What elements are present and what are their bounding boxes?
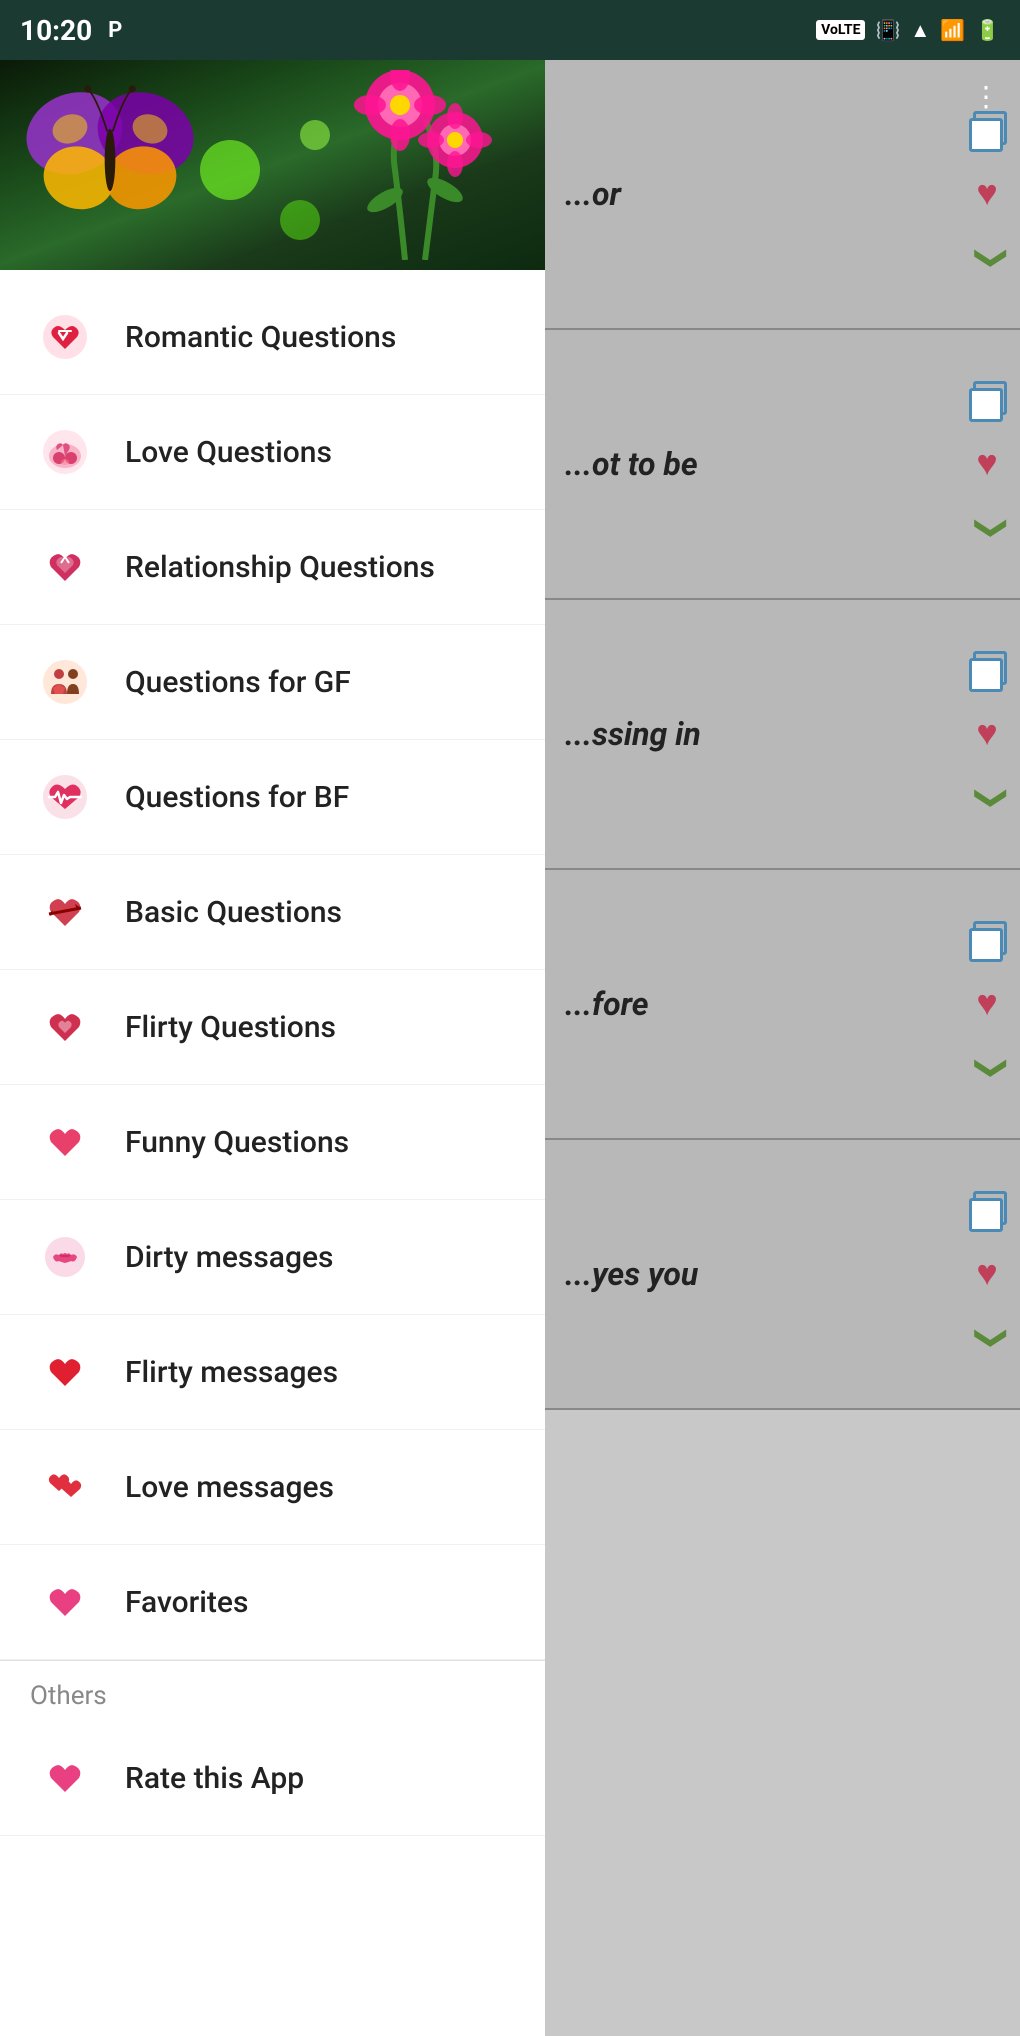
heart-icon-3[interactable]: ♥ [976, 712, 997, 754]
bokeh-1 [200, 140, 260, 200]
flowers-decoration [315, 70, 515, 260]
basic-questions-label: Basic Questions [125, 895, 342, 930]
share-icon-3[interactable]: ❮ [968, 785, 1006, 812]
flirty-questions-icon [30, 992, 100, 1062]
menu-item-flirty-questions[interactable]: Flirty Questions [0, 970, 545, 1085]
card-4-actions: ♥ ❮ [969, 921, 1020, 1087]
menu-item-rate-app[interactable]: Rate this App [0, 1721, 545, 1836]
love-questions-label: Love Questions [125, 435, 332, 470]
flirty-questions-label: Flirty Questions [125, 1010, 336, 1045]
romantic-questions-label: Romantic Questions [125, 320, 396, 355]
share-icon-2[interactable]: ❮ [968, 515, 1006, 542]
copy-icon-5[interactable] [969, 1191, 1005, 1227]
favorites-label: Favorites [125, 1585, 248, 1620]
love-messages-label: Love messages [125, 1470, 334, 1505]
menu-item-basic-questions[interactable]: Basic Questions [0, 855, 545, 970]
vibrate-icon: 📳 [875, 18, 900, 42]
share-icon-5[interactable]: ❮ [968, 1325, 1006, 1352]
rate-app-label: Rate this App [125, 1761, 304, 1796]
card-3-text: ...ssing in [545, 715, 969, 753]
rate-app-icon [30, 1743, 100, 1813]
dirty-messages-icon [30, 1222, 100, 1292]
questions-gf-label: Questions for GF [125, 665, 351, 700]
heart-icon-2[interactable]: ♥ [976, 442, 997, 484]
share-icon-1[interactable]: ❮ [968, 245, 1006, 272]
card-4-text: ...fore [545, 985, 969, 1023]
card-5: ...yes you ♥ ❮ [545, 1140, 1020, 1410]
card-2: ...ot to be ♥ ❮ [545, 330, 1020, 600]
status-carrier: P [108, 18, 122, 43]
card-1-actions: ♥ ❮ [969, 111, 1020, 277]
menu-item-favorites[interactable]: Favorites [0, 1545, 545, 1660]
card-3: ...ssing in ♥ ❮ [545, 600, 1020, 870]
romantic-questions-icon [30, 302, 100, 372]
funny-questions-label: Funny Questions [125, 1125, 349, 1160]
menu-item-questions-bf[interactable]: Questions for BF [0, 740, 545, 855]
status-bar-right: VoLTE 📳 ▲ 📶 🔋 [816, 18, 1000, 43]
status-time: 10:20 [20, 14, 92, 47]
menu-item-funny-questions[interactable]: Funny Questions [0, 1085, 545, 1200]
share-icon-4[interactable]: ❮ [968, 1055, 1006, 1082]
drawer-header [0, 60, 545, 270]
questions-bf-label: Questions for BF [125, 780, 349, 815]
heart-icon-4[interactable]: ♥ [976, 982, 997, 1024]
menu-item-love-questions[interactable]: Love Questions [0, 395, 545, 510]
love-messages-icon [30, 1452, 100, 1522]
favorites-icon [30, 1567, 100, 1637]
flirty-messages-label: Flirty messages [125, 1355, 338, 1390]
butterfly-decoration [20, 80, 200, 240]
copy-icon-4[interactable] [969, 921, 1005, 957]
menu-item-love-messages[interactable]: Love messages [0, 1430, 545, 1545]
copy-icon-3[interactable] [969, 651, 1005, 687]
relationship-questions-label: Relationship Questions [125, 550, 435, 585]
card-5-actions: ♥ ❮ [969, 1191, 1020, 1357]
signal-icon: 📶 [940, 18, 965, 42]
menu-item-relationship-questions[interactable]: Relationship Questions [0, 510, 545, 625]
navigation-drawer: Romantic Questions Love Questions [0, 60, 545, 2036]
relationship-questions-icon [30, 532, 100, 602]
card-1-text: ...or [545, 175, 969, 213]
menu-item-questions-gf[interactable]: Questions for GF [0, 625, 545, 740]
card-3-actions: ♥ ❮ [969, 651, 1020, 817]
three-dots-menu[interactable]: ⋮ [972, 80, 1000, 113]
others-section-header: Others [0, 1660, 545, 1721]
right-panel: ...or ♥ ❮ ...ot to be ♥ ❮ ...ssing in ♥ … [545, 60, 1020, 2036]
menu-item-romantic-questions[interactable]: Romantic Questions [0, 280, 545, 395]
card-1: ...or ♥ ❮ [545, 60, 1020, 330]
status-bar: 10:20 P VoLTE 📳 ▲ 📶 🔋 [0, 0, 1020, 60]
menu-list: Romantic Questions Love Questions [0, 270, 545, 1846]
card-5-text: ...yes you [545, 1255, 969, 1293]
card-4: ...fore ♥ ❮ [545, 870, 1020, 1140]
card-2-text: ...ot to be [545, 445, 969, 483]
questions-gf-icon [30, 647, 100, 717]
battery-icon: 🔋 [975, 18, 1000, 42]
dirty-messages-label: Dirty messages [125, 1240, 333, 1275]
basic-questions-icon [30, 877, 100, 947]
bokeh-2 [280, 200, 320, 240]
copy-icon-1[interactable] [969, 111, 1005, 147]
wifi-icon: ▲ [910, 18, 930, 43]
menu-item-flirty-messages[interactable]: Flirty messages [0, 1315, 545, 1430]
volte-badge: VoLTE [816, 20, 865, 40]
menu-item-dirty-messages[interactable]: Dirty messages [0, 1200, 545, 1315]
copy-icon-2[interactable] [969, 381, 1005, 417]
questions-bf-icon [30, 762, 100, 832]
status-bar-left: 10:20 P [20, 14, 122, 47]
flirty-messages-icon [30, 1337, 100, 1407]
heart-icon-1[interactable]: ♥ [976, 172, 997, 214]
love-questions-icon [30, 417, 100, 487]
card-2-actions: ♥ ❮ [969, 381, 1020, 547]
funny-questions-icon [30, 1107, 100, 1177]
heart-icon-5[interactable]: ♥ [976, 1252, 997, 1294]
